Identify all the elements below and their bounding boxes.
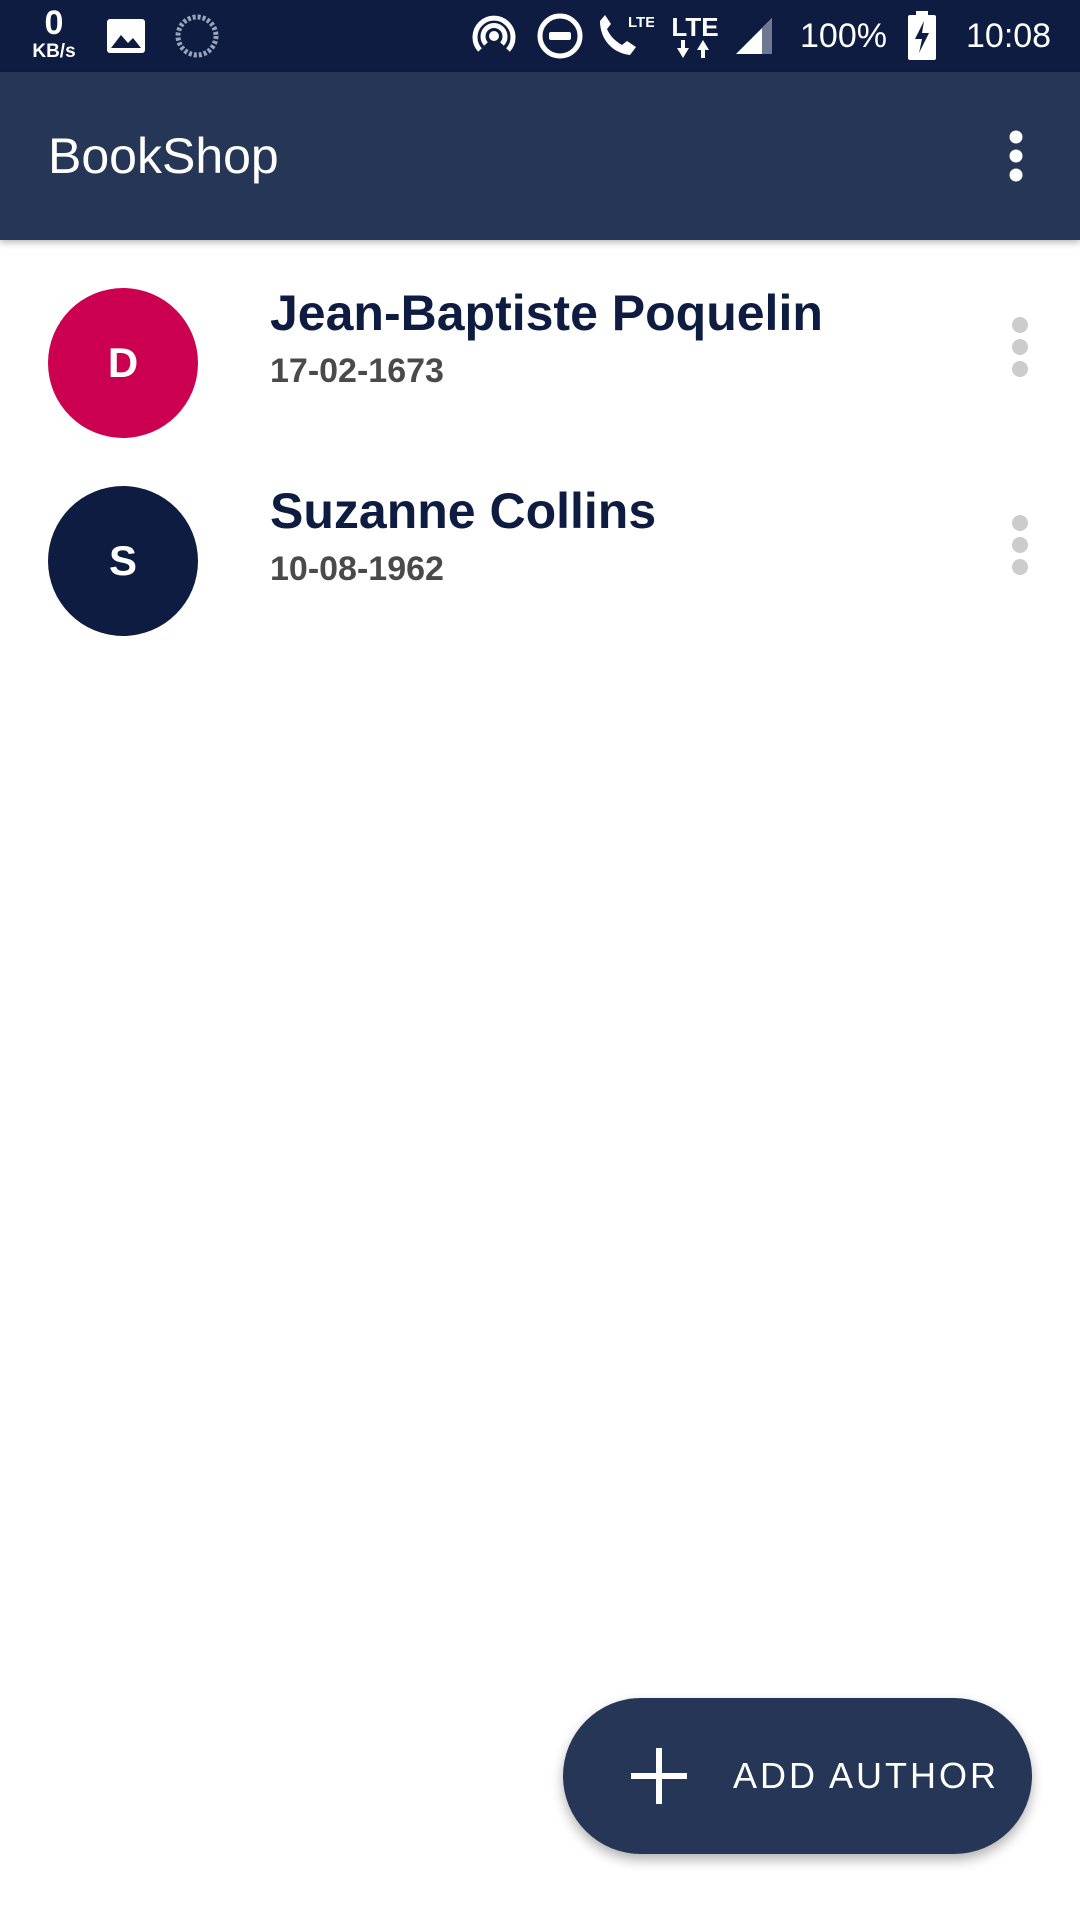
lte-label-1: LTE bbox=[628, 14, 654, 31]
plus-icon bbox=[631, 1748, 687, 1804]
sync-icon bbox=[174, 0, 220, 72]
avatar-initial: S bbox=[108, 537, 137, 584]
lte-label-2: LTE bbox=[671, 12, 719, 42]
overflow-menu-button[interactable] bbox=[972, 112, 1060, 200]
avatar: S bbox=[48, 486, 198, 636]
image-icon bbox=[104, 0, 148, 72]
author-name: Jean-Baptiste Poquelin bbox=[270, 285, 823, 341]
signal-icon bbox=[730, 0, 778, 72]
more-vert-icon bbox=[1012, 317, 1028, 377]
status-bar: 0 KB/s LTE LTE 100% 10:08 bbox=[0, 0, 1080, 72]
network-speed-value: 0 bbox=[44, 4, 64, 42]
add-author-button[interactable]: ADD AUTHOR bbox=[563, 1698, 1032, 1854]
app-title: BookShop bbox=[48, 128, 279, 184]
network-speed-unit: KB/s bbox=[32, 41, 76, 62]
do-not-disturb-icon bbox=[534, 0, 586, 72]
author-date: 17-02-1673 bbox=[270, 352, 444, 390]
volte-call-icon: LTE bbox=[594, 0, 654, 72]
more-vert-icon bbox=[1012, 515, 1028, 575]
battery-percent: 100% bbox=[800, 17, 887, 55]
author-name: Suzanne Collins bbox=[270, 483, 657, 539]
author-date: 10-08-1962 bbox=[270, 550, 444, 588]
author-list: D Jean-Baptiste Poquelin 17-02-1673 S Su… bbox=[0, 240, 1080, 636]
avatar: D bbox=[48, 288, 198, 438]
author-list-item[interactable]: D Jean-Baptiste Poquelin 17-02-1673 bbox=[0, 240, 1080, 438]
lte-data-icon: LTE bbox=[666, 0, 724, 72]
author-list-item[interactable]: S Suzanne Collins 10-08-1962 bbox=[0, 438, 1080, 636]
hotspot-icon bbox=[468, 0, 520, 72]
more-vert-icon bbox=[1009, 130, 1023, 182]
author-options-button[interactable] bbox=[990, 500, 1050, 590]
avatar-initial: D bbox=[107, 339, 139, 386]
app-bar: BookShop bbox=[0, 72, 1080, 240]
author-options-button[interactable] bbox=[990, 302, 1050, 392]
screen: 0 KB/s LTE LTE 100% 10:08 BookShop D Jea… bbox=[0, 0, 1080, 1920]
clock: 10:08 bbox=[966, 17, 1052, 55]
battery-charging-icon bbox=[904, 0, 940, 72]
add-author-label: ADD AUTHOR bbox=[733, 1755, 1000, 1796]
network-speed-indicator: 0 KB/s bbox=[22, 6, 86, 61]
